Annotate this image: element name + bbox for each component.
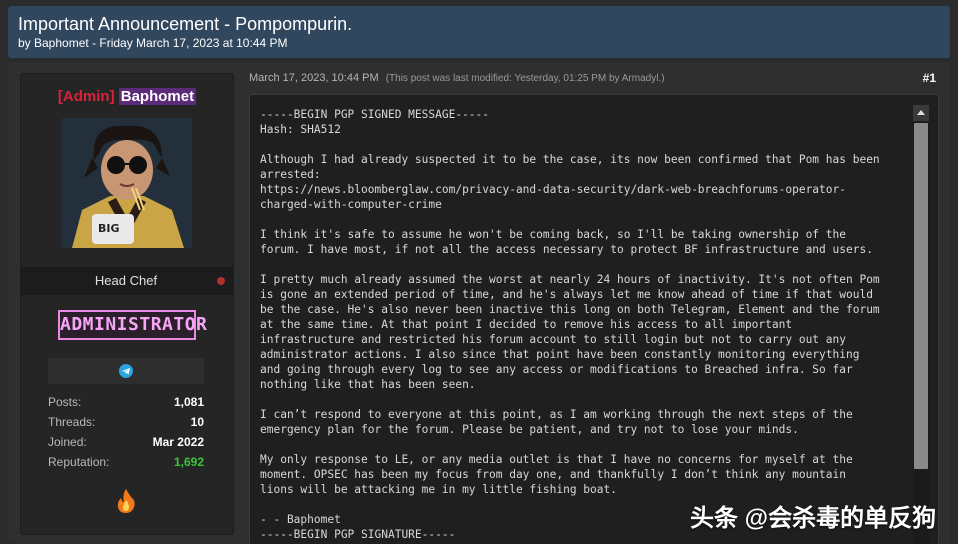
social-links <box>48 358 204 384</box>
telegram-glyph <box>122 368 130 375</box>
stat-threads: Threads: 10 <box>48 415 204 433</box>
fire-icon <box>115 488 137 514</box>
stat-label: Posts: <box>48 395 82 409</box>
thread-header: Important Announcement - Pompompurin. by… <box>8 6 950 58</box>
username[interactable]: [Admin] Baphomet <box>21 88 233 105</box>
avatar[interactable]: BIG <box>62 118 192 248</box>
status-dot-icon <box>217 277 225 285</box>
post-number-link[interactable]: #1 <box>923 71 936 85</box>
user-panel: [Admin] Baphomet BIG Head Chef ADMINISTR… <box>20 73 234 535</box>
avatar-image: BIG <box>62 118 192 248</box>
stat-value: Mar 2022 <box>152 435 204 449</box>
svg-text:BIG: BIG <box>98 222 120 235</box>
stat-reputation: Reputation: 1,692 <box>48 455 204 473</box>
post-meta: March 17, 2023, 10:44 PM (This post was … <box>249 72 665 84</box>
post-modified-note: (This post was last modified: Yesterday,… <box>385 73 665 84</box>
stat-value[interactable]: 1,081 <box>174 395 204 409</box>
code-scrollbar[interactable] <box>913 105 929 544</box>
thread-title[interactable]: Important Announcement - Pompompurin. <box>18 14 352 35</box>
scroll-up-arrow-icon[interactable] <box>913 105 929 121</box>
stat-label: Reputation: <box>48 455 110 469</box>
thread-byline: by Baphomet - Friday March 17, 2023 at 1… <box>18 36 288 50</box>
administrator-badge: ADMINISTRATOR <box>58 310 207 340</box>
stat-joined: Joined: Mar 2022 <box>48 435 204 453</box>
scroll-thumb[interactable] <box>914 123 928 469</box>
stat-label: Threads: <box>48 415 96 429</box>
stat-value[interactable]: 10 <box>191 415 204 429</box>
user-rank: Head Chef <box>94 273 158 288</box>
user-name[interactable]: Baphomet <box>118 88 197 105</box>
reputation-value[interactable]: 1,692 <box>174 455 204 469</box>
post-date: March 17, 2023, 10:44 PM <box>249 72 379 84</box>
rank-bar: Head Chef <box>21 267 233 295</box>
fire-glyph <box>117 489 135 513</box>
pgp-message-text: -----BEGIN PGP SIGNED MESSAGE----- Hash:… <box>260 108 880 541</box>
telegram-icon[interactable] <box>119 364 133 378</box>
stat-posts: Posts: 1,081 <box>48 395 204 413</box>
post-body: -----BEGIN PGP SIGNED MESSAGE----- Hash:… <box>249 94 939 544</box>
user-role-tag: [Admin] <box>57 88 115 105</box>
stat-label: Joined: <box>48 435 87 449</box>
watermark: 头条 @会杀毒的单反狗 <box>690 505 937 532</box>
